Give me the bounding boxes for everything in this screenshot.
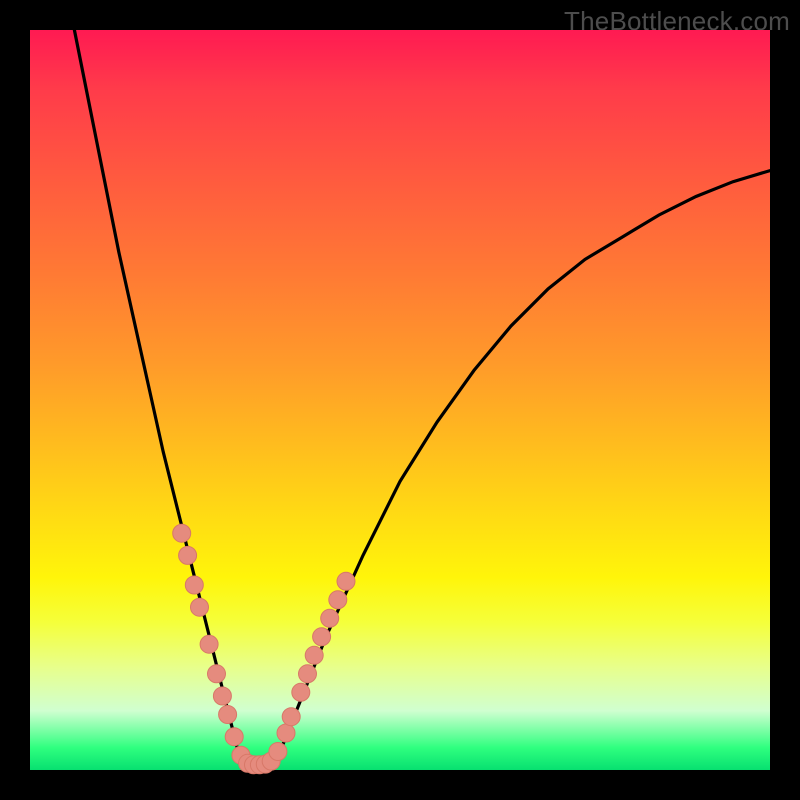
data-marker [200, 635, 218, 653]
data-marker [313, 628, 331, 646]
data-marker [329, 591, 347, 609]
data-marker [179, 546, 197, 564]
data-marker [208, 665, 226, 683]
data-marker [173, 524, 191, 542]
data-marker [299, 665, 317, 683]
data-marker [185, 576, 203, 594]
data-marker [305, 646, 323, 664]
bottleneck-curve [74, 30, 770, 765]
data-marker [219, 706, 237, 724]
data-marker [277, 724, 295, 742]
data-marker [282, 708, 300, 726]
marker-group [173, 524, 355, 774]
plot-area [30, 30, 770, 770]
data-marker [225, 728, 243, 746]
curve-svg [30, 30, 770, 770]
data-marker [321, 609, 339, 627]
data-marker [269, 743, 287, 761]
data-marker [191, 598, 209, 616]
data-marker [292, 683, 310, 701]
chart-frame: TheBottleneck.com [0, 0, 800, 800]
data-marker [213, 687, 231, 705]
data-marker [337, 572, 355, 590]
